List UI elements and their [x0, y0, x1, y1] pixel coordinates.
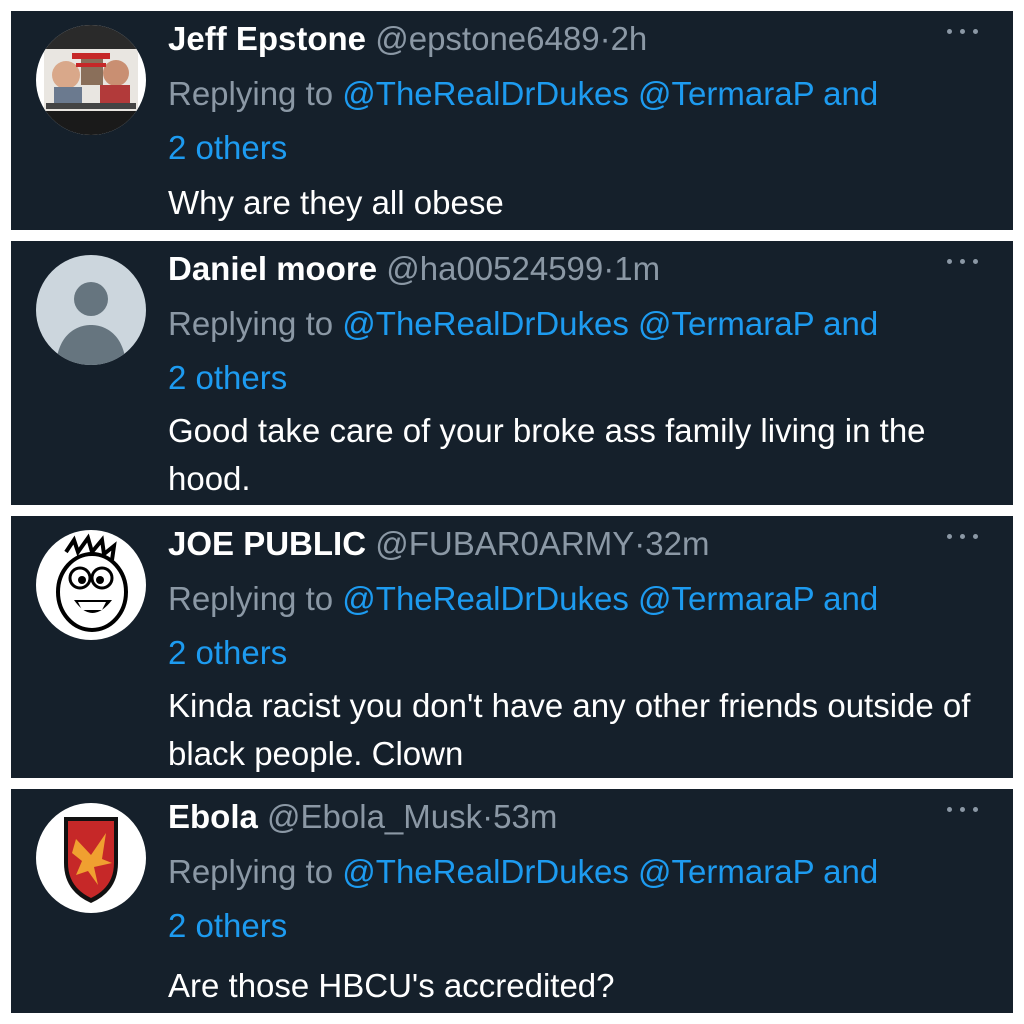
more-options-icon[interactable] — [943, 524, 983, 548]
display-name[interactable]: JOE PUBLIC — [168, 525, 366, 562]
mention-link[interactable]: @TermaraP — [638, 75, 814, 112]
and-connector[interactable]: and — [823, 580, 878, 617]
reply-header: Daniel moore @ha00524599·1m — [168, 247, 983, 291]
separator-dot: · — [599, 20, 611, 57]
separator-dot: · — [482, 798, 494, 835]
timestamp[interactable]: 1m — [614, 250, 660, 287]
mention-link[interactable]: @TermaraP — [638, 580, 814, 617]
replying-to-line: Replying to @TheRealDrDukes @TermaraP an… — [168, 572, 983, 680]
more-options-icon[interactable] — [943, 19, 983, 43]
mention-link[interactable]: @TheRealDrDukes — [342, 853, 629, 890]
reply-card[interactable]: JOE PUBLIC @FUBAR0ARMY·32m Replying to @… — [11, 516, 1013, 778]
mention-link[interactable]: @TermaraP — [638, 305, 814, 342]
replying-to-label: Replying to — [168, 75, 334, 112]
display-name[interactable]: Jeff Epstone — [168, 20, 366, 57]
separator-dot: · — [634, 525, 646, 562]
user-handle[interactable]: @epstone6489 — [375, 20, 599, 57]
others-link[interactable]: 2 others — [168, 907, 287, 944]
more-options-icon[interactable] — [943, 797, 983, 821]
replying-to-label: Replying to — [168, 305, 334, 342]
reply-card[interactable]: Ebola @Ebola_Musk·53m Replying to @TheRe… — [11, 789, 1013, 1013]
replying-to-line: Replying to @TheRealDrDukes @TermaraP an… — [168, 297, 983, 405]
others-link[interactable]: 2 others — [168, 634, 287, 671]
more-options-icon[interactable] — [943, 249, 983, 273]
timestamp[interactable]: 53m — [493, 798, 557, 835]
eagle-shield-avatar[interactable] — [36, 803, 146, 913]
and-connector[interactable]: and — [823, 853, 878, 890]
user-handle[interactable]: @Ebola_Musk — [267, 798, 482, 835]
reply-header: Jeff Epstone @epstone6489·2h — [168, 17, 983, 61]
tweet-text: Why are they all obese — [168, 184, 504, 221]
user-handle[interactable]: @ha00524599 — [386, 250, 603, 287]
photo-collage-avatar[interactable] — [36, 25, 146, 135]
default-profile-avatar[interactable] — [36, 255, 146, 365]
replying-to-line: Replying to @TheRealDrDukes @TermaraP an… — [168, 67, 983, 175]
reply-header: Ebola @Ebola_Musk·53m — [168, 795, 983, 839]
tweet-text: Kinda racist you don't have any other fr… — [168, 687, 971, 772]
others-link[interactable]: 2 others — [168, 129, 287, 166]
reply-header: JOE PUBLIC @FUBAR0ARMY·32m — [168, 522, 983, 566]
replying-to-line: Replying to @TheRealDrDukes @TermaraP an… — [168, 845, 983, 953]
mention-link[interactable]: @TheRealDrDukes — [342, 580, 629, 617]
user-handle[interactable]: @FUBAR0ARMY — [375, 525, 634, 562]
separator-dot: · — [603, 250, 615, 287]
others-link[interactable]: 2 others — [168, 359, 287, 396]
and-connector[interactable]: and — [823, 305, 878, 342]
tweet-text: Good take care of your broke ass family … — [168, 412, 926, 497]
mention-link[interactable]: @TheRealDrDukes — [342, 305, 629, 342]
display-name[interactable]: Ebola — [168, 798, 258, 835]
display-name[interactable]: Daniel moore — [168, 250, 377, 287]
reply-card[interactable]: Daniel moore @ha00524599·1m Replying to … — [11, 241, 1013, 505]
timestamp[interactable]: 2h — [611, 20, 648, 57]
replying-to-label: Replying to — [168, 580, 334, 617]
cartoon-face-avatar[interactable] — [36, 530, 146, 640]
tweet-text: Are those HBCU's accredited? — [168, 967, 615, 1004]
replying-to-label: Replying to — [168, 853, 334, 890]
mention-link[interactable]: @TermaraP — [638, 853, 814, 890]
and-connector[interactable]: and — [823, 75, 878, 112]
timestamp[interactable]: 32m — [645, 525, 709, 562]
mention-link[interactable]: @TheRealDrDukes — [342, 75, 629, 112]
reply-card[interactable]: Jeff Epstone @epstone6489·2h Replying to… — [11, 11, 1013, 230]
